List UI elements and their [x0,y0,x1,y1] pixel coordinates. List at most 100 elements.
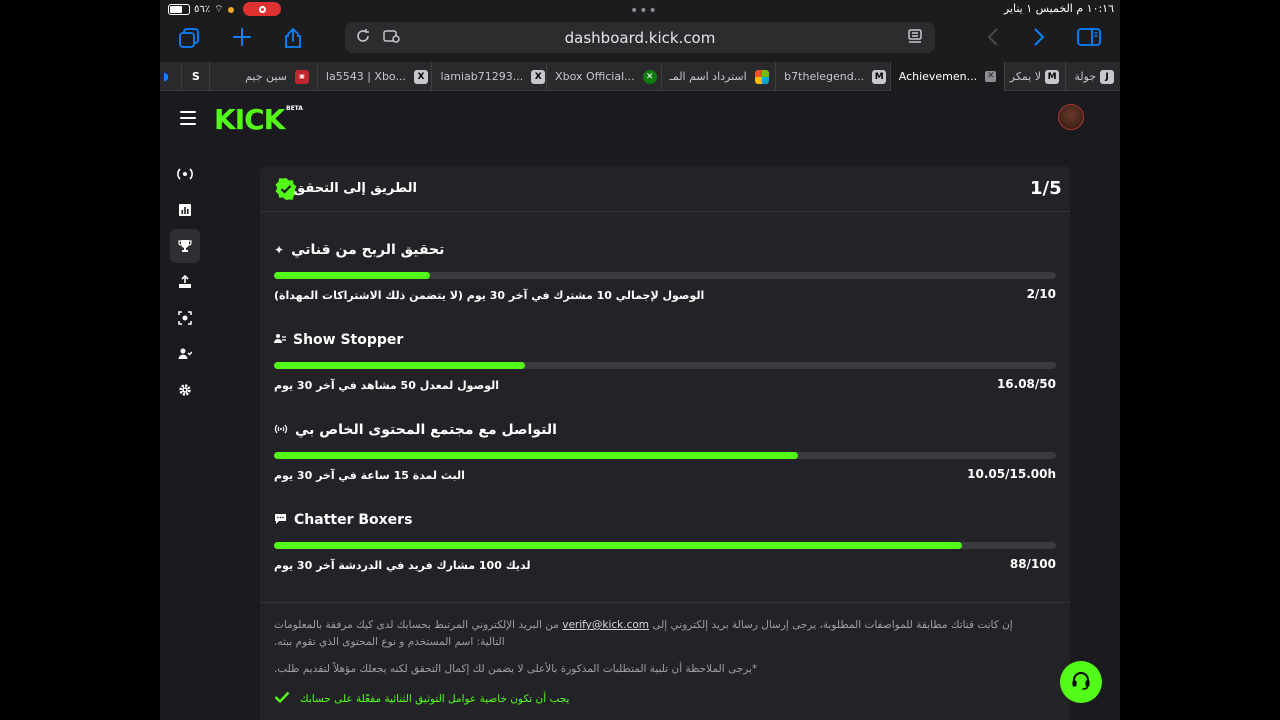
verify-email-link[interactable]: verify@kick.com [562,619,649,631]
verification-email-note: إن كانت قناتك مطابقة للمواصفات المطلوبة،… [274,617,1034,651]
battery-indicator: ٥٦٪ ⌔ [168,3,234,16]
j-favicon-icon: J [1100,69,1115,84]
achievement-title-row: Chatter Boxers [274,510,412,530]
progress-bar [274,542,1056,549]
xbox-favicon-icon: ✕ [642,69,657,84]
nav-analytics-icon[interactable] [170,193,200,227]
sparkle-icon: ✦ [274,243,285,257]
tab-b7thelegend[interactable]: b7thelegend... M [776,62,891,91]
nav-stream-icon[interactable] [170,157,200,191]
m-favicon-icon: M [1045,69,1060,84]
progress-fill [274,542,963,549]
ipad-screen: ٥٦٪ ⌔ ••• ١٠:١٦ م الخميس ١ يناير dashboa… [160,0,1120,720]
progress-fill [274,452,798,459]
user-avatar[interactable] [1058,104,1084,130]
verification-card: الطريق إلى التحقق 1/5 ✦ تحقيق الربح من ق… [260,166,1070,720]
progress-bar [274,452,1056,459]
achievement-description: الوصول لمعدل 50 مشاهد في آخر 30 يوم [274,379,499,392]
mic-indicator-icon [227,6,234,13]
achievement-chatter-boxers: Chatter Boxers لديك 100 مشارك فريد في ال… [274,510,1056,580]
support-chat-button[interactable] [1060,661,1102,703]
kick-logo[interactable]: KICK [214,103,285,136]
achievement-title: تحقيق الربح من قناتي [291,242,445,258]
microsoft-favicon-icon [754,69,769,84]
tab-s[interactable]: S [182,62,211,91]
viewers-icon [274,333,286,348]
achievement-value: 16.08/50 [996,377,1056,391]
note-prefix: إن كانت قناتك مطابقة للمواصفات المطلوبة،… [652,619,1013,631]
achievement-title-row: Show Stopper [274,330,403,350]
tab-achievements[interactable]: Achievemen... ✕ [890,62,1006,91]
url-text[interactable]: dashboard.kick.com [345,29,935,47]
back-icon[interactable] [980,27,1006,53]
tab-lamiab[interactable]: lamiab71293... X [432,62,548,91]
tab-overview-icon[interactable] [176,27,202,53]
achievement-description: الوصول لإجمالي 10 مشترك في آخر 30 يوم (ل… [274,289,705,302]
nav-community-icon[interactable] [170,337,200,371]
eligibility-note: *يرجى الملاحظة أن تلبية المتطلبات المذكو… [274,663,758,675]
kick-header: KICK BETA [160,91,1120,147]
broadcast-icon [274,423,288,437]
sidebar-toggle-icon[interactable] [1076,27,1102,53]
progress-bar [274,272,1056,279]
achievement-show-stopper: Show Stopper الوصول لمعدل 50 مشاهد في آخ… [274,330,1056,400]
battery-icon [168,4,190,15]
achievement-description: البث لمدة 15 ساعة في آخر 30 يوم [274,469,465,482]
menu-icon[interactable] [180,111,196,125]
tab-partial-left[interactable]: ◗ [160,62,183,91]
nav-settings-icon[interactable] [170,373,200,407]
nav-capture-icon[interactable] [170,301,200,335]
progress-bar [274,362,1056,369]
achievement-title: التواصل مع مجتمع المحتوى الخاص بي [295,422,557,438]
achievement-value: 10.05/15.00h [967,467,1056,481]
status-time: ١٠:١٦ م الخميس ١ يناير [1003,2,1114,15]
achievement-title-row: التواصل مع مجتمع المحتوى الخاص بي [274,420,557,440]
tab-la-yomkin[interactable]: لا يمكر M [1005,62,1067,91]
progress-fill [274,362,526,369]
wifi-icon: ⌔ [214,4,224,15]
achievement-description: لديك 100 مشارك فريد في الدردشة آخر 30 يو… [274,559,531,572]
m-favicon-icon: M [872,69,887,84]
achievement-value: 2/10 [1026,287,1056,301]
achievement-community: التواصل مع مجتمع المحتوى الخاص بي البث ل… [274,420,1056,490]
tab-bar: ◗ S سين جيم ▣ la5543 | Xbo... X lamiab71… [160,62,1120,91]
card-footer: إن كانت قناتك مطابقة للمواصفات المطلوبة،… [260,602,1070,705]
x-favicon-icon: X [531,69,546,84]
reader-mode-icon[interactable] [905,28,925,48]
x-favicon-icon: X [413,69,428,84]
achievement-value: 88/100 [1009,557,1056,571]
nav-upload-icon[interactable] [170,265,200,299]
status-bar: ٥٦٪ ⌔ ••• ١٠:١٦ م الخميس ١ يناير [160,0,1120,19]
nav-achievements-icon[interactable] [170,229,200,263]
address-bar[interactable]: dashboard.kick.com [345,22,935,53]
tab-jawla[interactable]: جولة J [1066,62,1120,91]
dashboard-sidenav [170,157,200,409]
tab-microsoft[interactable]: استرداد اسم المـ [662,62,777,91]
tab-la5543[interactable]: la5543 | Xbo... X [318,62,433,91]
multitasking-dots-icon[interactable]: ••• [630,3,658,19]
verification-progress-count: 1/5 [1030,178,1062,199]
achievement-title-row: ✦ تحقيق الربح من قناتي [274,240,444,260]
game-favicon-icon: ▣ [294,69,309,84]
note-suffix: من البريد الإلكتروني المرتبط بحسابك لدى … [274,619,559,648]
achievement-monetize: ✦ تحقيق الربح من قناتي الوصول لإجمالي 10… [274,240,1056,310]
new-tab-icon[interactable] [229,27,255,53]
achievement-title: Chatter Boxers [294,512,413,528]
twofa-requirement: يجب أن تكون خاصية عوامل التوثيق الثنائية… [274,691,569,706]
close-tab-icon[interactable]: ✕ [985,71,997,82]
twofa-text: يجب أن تكون خاصية عوامل التوثيق الثنائية… [300,692,570,705]
tab-seen-jeem[interactable]: سين جيم ▣ [210,62,318,91]
headset-icon [1070,669,1092,695]
share-icon[interactable] [280,27,306,53]
battery-percent: ٥٦٪ [194,4,211,15]
card-title: الطريق إلى التحقق [293,181,417,196]
tab-xbox[interactable]: Xbox Official... ✕ [547,62,662,91]
card-header: الطريق إلى التحقق 1/5 [260,166,1070,212]
browser-toolbar: dashboard.kick.com [160,18,1120,62]
forward-icon[interactable] [1026,27,1052,53]
checkmark-icon [274,691,290,706]
beta-badge: BETA [286,105,303,112]
achievement-title: Show Stopper [293,332,404,348]
chat-bubble-icon [274,513,287,528]
screen-recording-indicator[interactable] [243,2,281,16]
